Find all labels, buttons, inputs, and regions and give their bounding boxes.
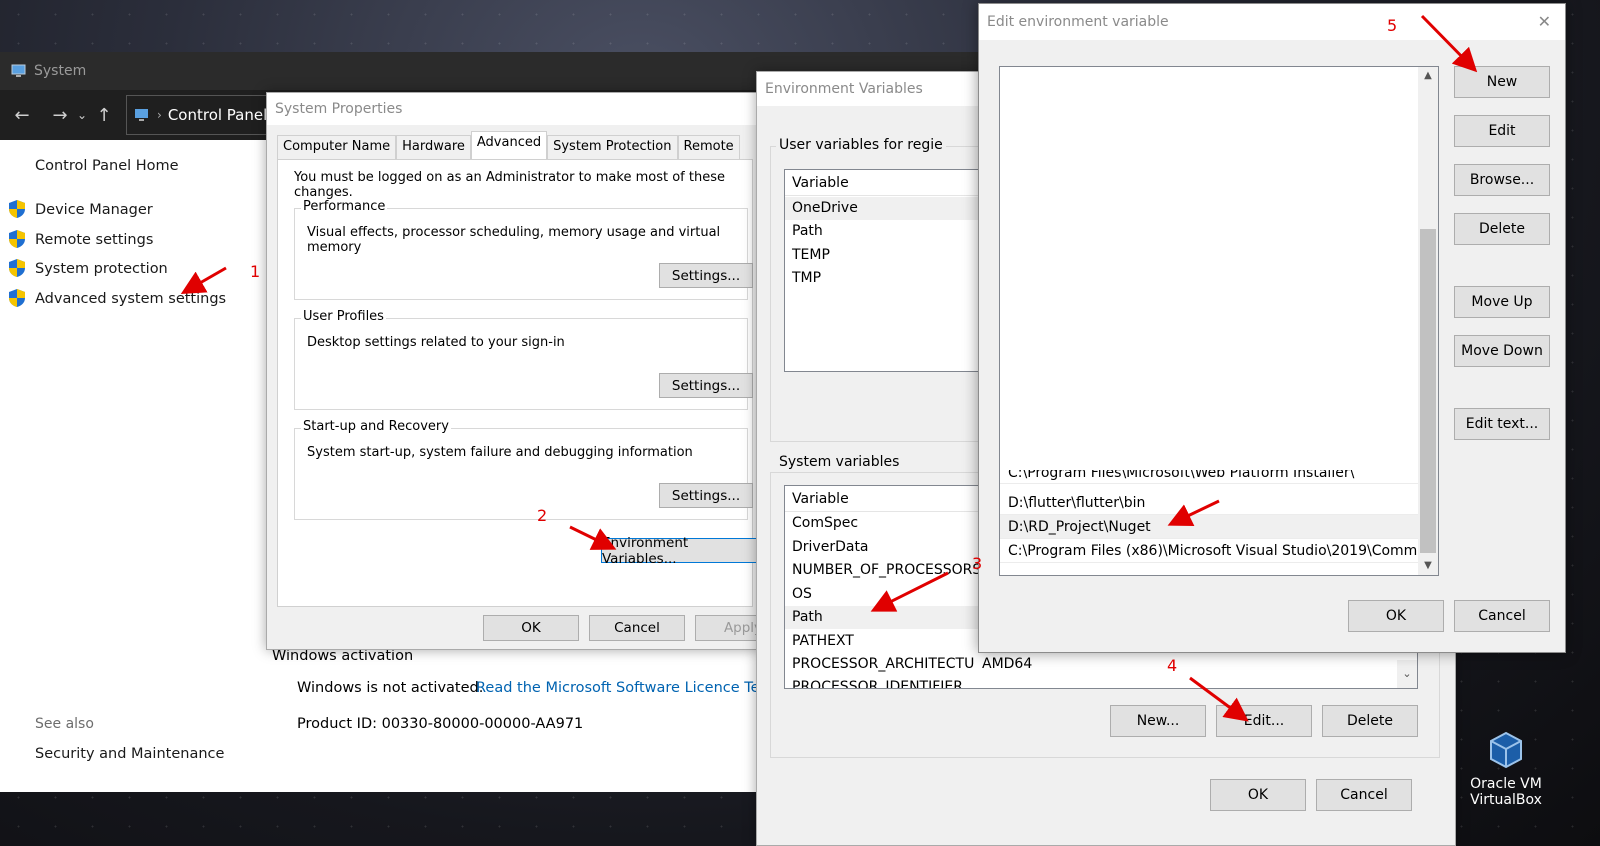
recent-chevron-down-icon[interactable]: ⌄ — [74, 108, 90, 122]
annotation-number: 1 — [250, 262, 261, 281]
performance-desc: Visual effects, processor scheduling, me… — [307, 225, 721, 255]
path-list-scrollbar[interactable]: ▲ ▼ — [1418, 67, 1438, 575]
control-panel-home-link[interactable]: Control Panel Home — [35, 158, 179, 174]
system-var-row[interactable]: PROCESSOR_IDENTIFIER — [785, 676, 1417, 688]
virtualbox-label-line1: Oracle VM — [1470, 776, 1542, 792]
scroll-down-icon[interactable]: ▼ — [1418, 557, 1438, 575]
breadcrumb-separator-icon: › — [157, 108, 162, 122]
browse-button[interactable]: Browse... — [1454, 164, 1550, 196]
licence-terms-link[interactable]: Read the Microsoft Software Licence Term… — [476, 680, 787, 696]
up-arrow-icon[interactable]: ↑ — [90, 105, 118, 126]
annotation-number: 5 — [1387, 16, 1398, 35]
path-entry[interactable]: C:\Program Files\Microsoft\Web Platform … — [1000, 470, 1418, 484]
advanced-tab-panel: You must be logged on as an Administrato… — [277, 159, 757, 607]
system-var-row[interactable]: PROCESSOR_ARCHITECTU... — [785, 653, 975, 676]
shield-icon — [9, 289, 25, 307]
tab-remote[interactable]: Remote — [677, 135, 740, 159]
activation-status: Windows is not activated. — [297, 680, 484, 696]
path-entry-selected[interactable]: D:\RD_Project\Nuget — [1000, 515, 1418, 539]
breadcrumb-control-panel[interactable]: Control Panel — [168, 106, 267, 124]
path-entry[interactable]: C:\Program Files (x86)\Microsoft Visual … — [1000, 539, 1418, 563]
user-profiles-desc: Desktop settings related to your sign-in — [307, 335, 565, 350]
tab-computer-name[interactable]: Computer Name — [277, 135, 397, 159]
back-arrow-icon[interactable]: ← — [8, 105, 36, 126]
edit-env-title: Edit environment variable — [979, 4, 1565, 40]
new-entry-button[interactable]: New — [1454, 66, 1550, 98]
performance-label: Performance — [301, 199, 388, 214]
annotation-number: 3 — [972, 554, 983, 573]
shield-icon — [9, 200, 25, 218]
system-protection-link[interactable]: System protection — [35, 261, 168, 277]
device-manager-link[interactable]: Device Manager — [35, 202, 153, 218]
environment-variables-cancel-button[interactable]: Cancel — [1316, 779, 1412, 811]
system-title: System — [34, 63, 87, 79]
security-maintenance-link[interactable]: Security and Maintenance — [35, 746, 224, 762]
delete-entry-button[interactable]: Delete — [1454, 213, 1550, 245]
annotation-number: 4 — [1167, 656, 1178, 675]
user-profiles-label: User Profiles — [301, 309, 386, 324]
edit-entry-button[interactable]: Edit — [1454, 115, 1550, 147]
scroll-down-icon[interactable]: ⌄ — [1397, 660, 1417, 688]
user-variables-label: User variables for regie — [776, 137, 946, 153]
user-profiles-group: User Profiles Desktop settings related t… — [294, 309, 753, 410]
shield-icon — [9, 259, 25, 277]
forward-arrow-icon[interactable]: → — [46, 105, 74, 126]
system-properties-ok-button[interactable]: OK — [483, 615, 579, 641]
virtualbox-label-line2: VirtualBox — [1470, 792, 1542, 808]
annotation-number: 2 — [537, 506, 548, 525]
edit-environment-variable-dialog: Edit environment variable ✕ C:\Program F… — [978, 3, 1566, 653]
system-properties-tabs: Computer Name Hardware Advanced System P… — [277, 131, 740, 159]
move-down-button[interactable]: Move Down — [1454, 335, 1550, 367]
advanced-system-settings-link[interactable]: Advanced system settings — [35, 291, 226, 307]
system-properties-title: System Properties — [267, 93, 760, 125]
path-entry[interactable]: D:\flutter\flutter\bin — [1000, 491, 1418, 515]
control-panel-sidebar: Control Panel Home Device Manager Remote… — [0, 140, 270, 792]
system-var-value[interactable]: AMD64 — [982, 653, 1032, 676]
system-edit-button[interactable]: Edit... — [1216, 705, 1312, 737]
tab-advanced[interactable]: Advanced — [470, 131, 548, 159]
startup-recovery-settings-button[interactable]: Settings... — [659, 483, 753, 508]
startup-recovery-label: Start-up and Recovery — [301, 419, 451, 434]
product-id: Product ID: 00330-80000-00000-AA971 — [297, 716, 584, 732]
admin-note: You must be logged on as an Administrato… — [294, 170, 725, 200]
computer-icon — [11, 64, 26, 77]
system-variables-label: System variables — [776, 454, 903, 470]
see-also-heading: See also — [35, 716, 94, 732]
shield-icon — [9, 230, 25, 248]
environment-variables-ok-button[interactable]: OK — [1210, 779, 1306, 811]
edit-env-cancel-button[interactable]: Cancel — [1454, 600, 1550, 632]
scroll-up-icon[interactable]: ▲ — [1418, 67, 1438, 85]
startup-recovery-group: Start-up and Recovery System start-up, s… — [294, 419, 753, 520]
close-icon[interactable]: ✕ — [1538, 12, 1551, 31]
remote-settings-link[interactable]: Remote settings — [35, 232, 153, 248]
tab-hardware[interactable]: Hardware — [396, 135, 471, 159]
system-delete-button[interactable]: Delete — [1322, 705, 1418, 737]
system-properties-cancel-button[interactable]: Cancel — [589, 615, 685, 641]
edit-text-button[interactable]: Edit text... — [1454, 408, 1550, 440]
performance-group: Performance Visual effects, processor sc… — [294, 199, 753, 300]
system-properties-dialog: System Properties Computer Name Hardware… — [266, 92, 791, 650]
virtualbox-icon — [1490, 731, 1522, 769]
performance-settings-button[interactable]: Settings... — [659, 263, 753, 288]
control-panel-icon — [135, 109, 148, 121]
startup-recovery-desc: System start-up, system failure and debu… — [307, 445, 693, 460]
path-entries-list[interactable]: C:\Program Files\Microsoft\Web Platform … — [999, 66, 1439, 576]
virtualbox-desktop-shortcut[interactable]: Oracle VM VirtualBox — [1466, 730, 1546, 808]
environment-variables-button[interactable]: Environment Variables... — [601, 535, 757, 567]
tab-system-protection[interactable]: System Protection — [547, 135, 678, 159]
system-new-button[interactable]: New... — [1110, 705, 1206, 737]
activation-heading: Windows activation — [272, 648, 414, 664]
scroll-thumb[interactable] — [1420, 229, 1436, 553]
move-up-button[interactable]: Move Up — [1454, 286, 1550, 318]
user-profiles-settings-button[interactable]: Settings... — [659, 373, 753, 398]
edit-env-ok-button[interactable]: OK — [1348, 600, 1444, 632]
